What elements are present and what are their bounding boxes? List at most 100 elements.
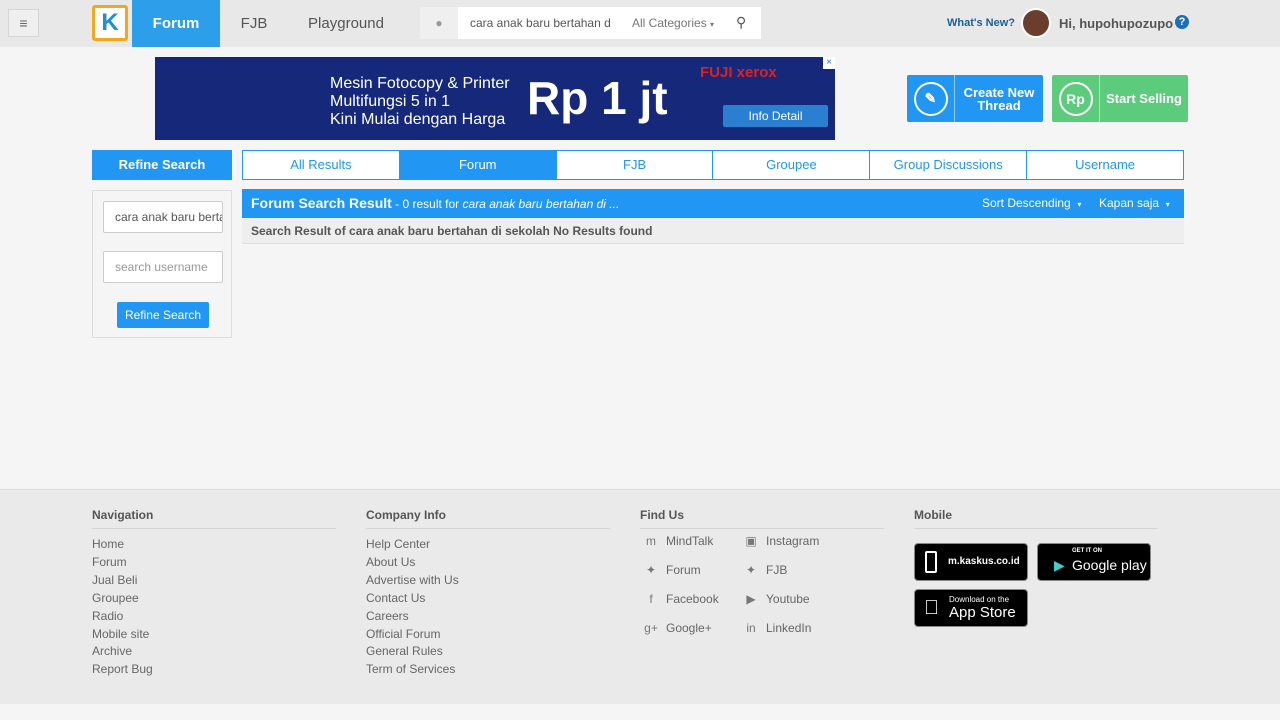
google-play-button[interactable]: ▶ GET IT ON Google play	[1037, 543, 1151, 581]
footer-link[interactable]: Official Forum	[366, 626, 610, 644]
refine-query-input[interactable]: cara anak baru bertahan di sekolah	[103, 201, 223, 233]
footer-link[interactable]: Forum	[92, 554, 336, 572]
linkedin-link[interactable]: in LinkedIn	[742, 621, 811, 635]
search-icon[interactable]: ⚲	[736, 14, 746, 31]
mobile-site-button[interactable]: m.kaskus.co.id	[914, 543, 1028, 581]
footer-company: Company Info Help Center About Us Advert…	[366, 508, 610, 679]
chat-bubble-icon: ●	[420, 7, 458, 39]
tab-all-results[interactable]: All Results	[243, 151, 399, 179]
youtube-link[interactable]: ▶ Youtube	[742, 592, 809, 606]
phone-icon	[925, 551, 937, 573]
whats-new-link[interactable]: What's New?	[947, 17, 1015, 29]
facebook-icon: f	[649, 592, 653, 606]
time-label: Kapan saja	[1099, 196, 1160, 210]
refine-search-button[interactable]: Refine Search	[117, 302, 209, 328]
footer-link[interactable]: Contact Us	[366, 590, 610, 608]
ad-line1: Mesin Fotocopy & Printer	[330, 75, 510, 92]
create-thread-label: Create New Thread	[963, 84, 1035, 113]
footer-heading: Navigation	[92, 508, 336, 529]
twitter-fjb-link[interactable]: ✦ FJB	[742, 563, 787, 577]
footer-mobile: Mobile m.kaskus.co.id ▶ GET IT ON Google…	[914, 508, 1158, 638]
footer-link[interactable]: General Rules	[366, 643, 610, 661]
refine-search-header: Refine Search	[92, 150, 232, 180]
results-count: - 0 result for	[391, 197, 463, 211]
footer-find-us: Find Us m MindTalk ▣ Instagram ✦ Forum ✦ FJB…	[640, 508, 884, 658]
instagram-icon: ▣	[745, 534, 757, 548]
footer-link[interactable]: Mobile site	[92, 626, 336, 644]
avatar[interactable]	[1021, 8, 1051, 38]
ad-line2: Multifungsi 5 in 1	[330, 93, 451, 110]
twitter-icon: ✦	[645, 563, 657, 577]
youtube-icon: ▶	[746, 592, 756, 606]
footer-heading: Mobile	[914, 508, 1158, 529]
footer-link[interactable]: Radio	[92, 608, 336, 626]
gp-small: GET IT ON	[1072, 548, 1102, 554]
instagram-link[interactable]: ▣ Instagram	[742, 534, 819, 548]
results-query: cara anak baru bertahan di ...	[462, 197, 620, 211]
mobile-site-label: m.kaskus.co.id	[948, 556, 1020, 567]
footer-link[interactable]: Groupee	[92, 590, 336, 608]
create-thread-button[interactable]: ✎ Create New Thread	[907, 75, 1043, 122]
ad-info-button[interactable]: Info Detail	[723, 105, 828, 127]
app-store-button[interactable]:  Download on the App Store	[914, 589, 1028, 627]
search-bar: ● cara anak baru bertahan di sekolah All…	[420, 7, 761, 39]
tab-username[interactable]: Username	[1026, 151, 1183, 179]
googleplus-icon: g+	[644, 621, 658, 635]
twitter-forum-link[interactable]: ✦ Forum	[642, 563, 701, 577]
start-selling-label: Start Selling	[1106, 91, 1182, 106]
play-icon: ▶	[1054, 557, 1065, 573]
footer-link[interactable]: Home	[92, 536, 336, 554]
ad-line3: Kini Mulai dengan Harga	[330, 111, 506, 128]
footer-link[interactable]: Advertise with Us	[366, 572, 610, 590]
search-input[interactable]: cara anak baru bertahan di sekolah	[470, 16, 610, 30]
kaskus-logo[interactable]: K	[92, 5, 128, 41]
time-dropdown[interactable]: Kapan saja ▾	[1099, 189, 1170, 219]
footer-link[interactable]: Jual Beli	[92, 572, 336, 590]
footer-link[interactable]: Careers	[366, 608, 610, 626]
help-icon[interactable]: ?	[1175, 15, 1189, 29]
footer-link[interactable]: Archive	[92, 643, 336, 661]
results-message: Search Result of cara anak baru bertahan…	[242, 218, 1184, 244]
mindtalk-icon: m	[646, 534, 656, 548]
footer-heading: Company Info	[366, 508, 610, 529]
result-tabs: All Results Forum FJB Groupee Group Disc…	[242, 150, 1184, 180]
tab-forum[interactable]: Forum	[398, 151, 556, 179]
footer-link[interactable]: About Us	[366, 554, 610, 572]
footer-link[interactable]: Help Center	[366, 536, 610, 554]
footer-link[interactable]: Report Bug	[92, 661, 336, 679]
category-label: All Categories	[632, 16, 707, 30]
nav-playground[interactable]: Playground	[296, 0, 396, 47]
footer-heading: Find Us	[640, 508, 884, 529]
tab-fjb[interactable]: FJB	[555, 151, 713, 179]
hamburger-icon[interactable]: ≡	[8, 9, 39, 37]
sort-dropdown[interactable]: Sort Descending ▾	[982, 189, 1081, 219]
tab-groupee[interactable]: Groupee	[712, 151, 870, 179]
footer-navigation: Navigation Home Forum Jual Beli Groupee …	[92, 508, 336, 679]
results-title: Forum Search Result	[251, 195, 392, 211]
as-small: Download on the	[949, 595, 1010, 604]
username-input[interactable]: search username	[103, 251, 223, 283]
googleplus-link[interactable]: g+ Google+	[642, 621, 712, 635]
nav-fjb[interactable]: FJB	[228, 0, 280, 47]
tab-group-discussions[interactable]: Group Discussions	[869, 151, 1027, 179]
start-selling-button[interactable]: Rp Start Selling	[1052, 75, 1188, 122]
refine-panel: cara anak baru bertahan di sekolah searc…	[92, 190, 232, 338]
gp-big: Google play	[1072, 557, 1147, 573]
close-icon[interactable]: ×	[823, 57, 835, 69]
mindtalk-link[interactable]: m MindTalk	[642, 534, 713, 548]
footer-link[interactable]: Term of Services	[366, 661, 610, 679]
nav-forum[interactable]: Forum	[132, 0, 220, 47]
as-big: App Store	[949, 604, 1016, 621]
page-bottom	[0, 704, 1280, 720]
linkedin-icon: in	[746, 621, 756, 635]
facebook-link[interactable]: f Facebook	[642, 592, 718, 606]
pencil-icon: ✎	[913, 81, 948, 116]
sort-label: Sort Descending	[982, 196, 1071, 210]
ad-banner[interactable]: Mesin Fotocopy & Printer Multifungsi 5 i…	[155, 57, 835, 140]
category-select[interactable]: All Categories ▾	[632, 16, 714, 30]
ad-price: Rp 1 jt	[527, 72, 668, 124]
user-greeting[interactable]: Hi, hupohupozupo	[1059, 16, 1173, 31]
rupiah-icon: Rp	[1058, 81, 1093, 116]
apple-icon: 	[924, 597, 939, 620]
twitter-icon: ✦	[745, 563, 757, 577]
